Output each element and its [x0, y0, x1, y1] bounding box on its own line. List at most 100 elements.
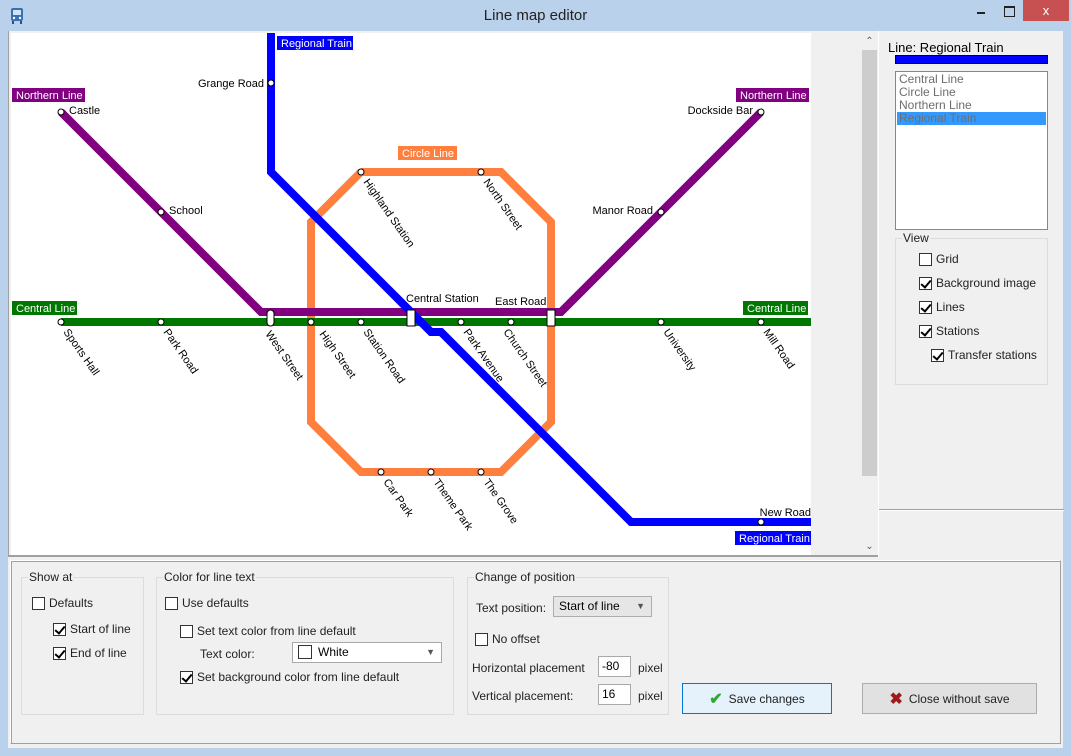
line-tag-circle-line[interactable]: Circle Line [398, 146, 457, 160]
color-for-line-text-group-label: Color for line text [163, 570, 256, 584]
set-text-color-checkbox-box[interactable] [180, 624, 193, 638]
line-tag-central-line-start[interactable]: Central Line [12, 301, 77, 315]
station-dot-manor-road[interactable] [657, 208, 665, 216]
use-defaults-checkbox[interactable]: Use defaults [165, 596, 249, 610]
stations-checkbox-box[interactable] [919, 324, 932, 338]
station-label-university: University [661, 327, 699, 374]
transfer-stations-checkbox[interactable]: Transfer stations [931, 348, 1037, 362]
station-dot-car-park[interactable] [377, 468, 385, 476]
end-of-line-checkbox[interactable]: End of line [53, 646, 127, 660]
station-label-church-street: Church Street [501, 327, 550, 389]
station-dot-new-road[interactable] [757, 518, 765, 526]
line-listbox[interactable]: Central Line Circle Line Northern Line R… [895, 71, 1048, 230]
panel-divider [879, 509, 1064, 511]
start-of-line-checkbox-box[interactable] [53, 622, 66, 636]
defaults-checkbox-box[interactable] [32, 596, 45, 610]
dialog-client: Grange Road Castle School Dockside Bar M… [8, 31, 1064, 748]
station-dot-the-grove[interactable] [477, 468, 485, 476]
red-x-icon: ✖ [889, 690, 903, 708]
text-color-value: White [318, 645, 349, 659]
background-image-checkbox-box[interactable] [919, 276, 932, 290]
close-without-save-button[interactable]: ✖ Close without save [862, 683, 1037, 714]
use-defaults-checkbox-box[interactable] [165, 596, 178, 610]
line-tag-central-line-end[interactable]: Central Line [743, 301, 808, 315]
grid-checkbox[interactable]: Grid [919, 252, 959, 266]
station-dot-station-road[interactable] [357, 318, 365, 326]
station-dot-church-street[interactable] [507, 318, 515, 326]
defaults-checkbox-label: Defaults [49, 596, 94, 610]
set-background-color-checkbox[interactable]: Set background color from line default [180, 670, 399, 684]
close-window-button[interactable]: x [1023, 0, 1069, 21]
station-dot-highland-station[interactable] [357, 168, 365, 176]
view-group: View Grid Background image Lines Station… [895, 231, 1048, 385]
text-color-swatch [298, 645, 312, 659]
map-vertical-scrollbar[interactable]: ⌃ ⌄ [861, 33, 878, 555]
station-dot-park-avenue[interactable] [457, 318, 465, 326]
use-defaults-checkbox-label: Use defaults [182, 596, 249, 610]
station-label-dockside-bar: Dockside Bar [688, 105, 754, 117]
view-group-label: View [902, 231, 930, 245]
maximize-button[interactable] [996, 0, 1022, 21]
station-dot-school[interactable] [157, 208, 165, 216]
text-position-label: Text position: [476, 601, 547, 615]
station-label-high-street: High Street [317, 329, 358, 381]
station-dot-park-road[interactable] [157, 318, 165, 326]
station-label-castle: Castle [69, 105, 100, 117]
station-dot-mill-road[interactable] [757, 318, 765, 326]
scroll-down-arrow-icon[interactable]: ⌄ [861, 538, 878, 555]
transfer-station-east-road[interactable] [546, 309, 556, 327]
set-text-color-checkbox[interactable]: Set text color from line default [180, 624, 356, 638]
line-tag-regional-train-end[interactable]: Regional Train [735, 531, 811, 545]
svg-text:Central Line: Central Line [16, 303, 75, 315]
line-tag-northern-line-end[interactable]: Northern Line [736, 88, 809, 102]
lines-checkbox[interactable]: Lines [919, 300, 965, 314]
scrollbar-thumb[interactable] [862, 50, 877, 476]
no-offset-checkbox-box[interactable] [475, 632, 488, 646]
horizontal-placement-input[interactable]: -80 [598, 656, 631, 677]
line-list-item-selected[interactable]: Regional Train [897, 112, 1046, 125]
line-map[interactable]: Grange Road Castle School Dockside Bar M… [11, 33, 811, 555]
defaults-checkbox[interactable]: Defaults [32, 596, 93, 610]
set-text-color-checkbox-label: Set text color from line default [197, 624, 356, 638]
transfer-stations-checkbox-box[interactable] [931, 348, 944, 362]
line-tag-regional-train-start[interactable]: Regional Train [277, 36, 353, 50]
text-position-dropdown[interactable]: Start of line ▼ [553, 596, 652, 617]
background-image-checkbox[interactable]: Background image [919, 276, 1036, 290]
map-viewport: Grange Road Castle School Dockside Bar M… [8, 31, 878, 557]
start-of-line-checkbox[interactable]: Start of line [53, 622, 131, 636]
station-dot-high-street[interactable] [307, 318, 315, 326]
station-dot-sports-hall[interactable] [57, 318, 65, 326]
no-offset-checkbox[interactable]: No offset [475, 632, 540, 646]
svg-text:Regional Train: Regional Train [739, 533, 810, 545]
station-dot-dockside-bar[interactable] [757, 108, 765, 116]
end-of-line-checkbox-box[interactable] [53, 646, 66, 660]
stations-checkbox-label: Stations [936, 324, 980, 338]
map-canvas[interactable]: Grange Road Castle School Dockside Bar M… [11, 33, 811, 555]
grid-checkbox-label: Grid [936, 252, 959, 266]
stations-checkbox[interactable]: Stations [919, 324, 979, 338]
set-background-color-checkbox-box[interactable] [180, 670, 193, 684]
checkmark-icon: ✔ [709, 690, 723, 708]
vertical-placement-input[interactable]: 16 [598, 684, 631, 705]
station-dot-castle[interactable] [57, 108, 65, 116]
northern-line-path[interactable] [58, 109, 764, 316]
station-label-east-road: East Road [495, 296, 546, 308]
station-label-car-park: Car Park [381, 477, 416, 520]
transfer-station-central-station[interactable] [406, 309, 416, 327]
save-changes-button[interactable]: ✔ Save changes [682, 683, 832, 714]
lines-checkbox-box[interactable] [919, 300, 932, 314]
text-color-dropdown[interactable]: White ▼ [292, 642, 442, 663]
scroll-up-arrow-icon[interactable]: ⌃ [861, 33, 878, 50]
station-dot-grange-road[interactable] [267, 79, 275, 87]
minimize-button[interactable] [968, 0, 994, 21]
chevron-down-icon: ▼ [636, 601, 645, 611]
station-label-station-road: Station Road [361, 327, 407, 386]
transfer-station-west-street[interactable] [266, 309, 275, 327]
station-dot-theme-park[interactable] [427, 468, 435, 476]
station-label-school: School [169, 205, 203, 217]
line-tag-northern-line-start[interactable]: Northern Line [12, 88, 85, 102]
station-dot-university[interactable] [657, 318, 665, 326]
station-label-mill-road: Mill Road [761, 327, 797, 371]
station-dot-north-street[interactable] [477, 168, 485, 176]
grid-checkbox-box[interactable] [919, 252, 932, 266]
